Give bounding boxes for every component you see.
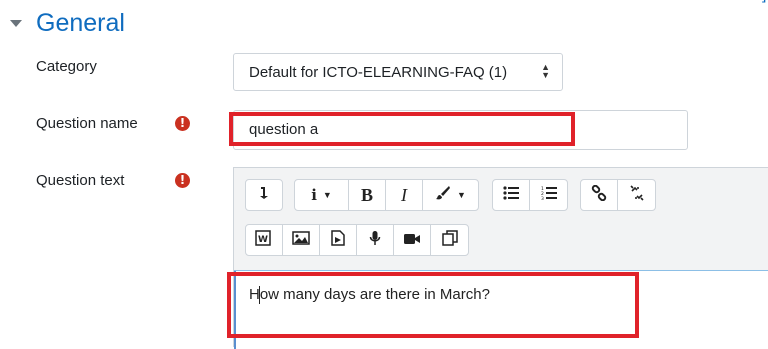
record-audio-button[interactable]: [357, 225, 394, 255]
select-arrows-icon: ▲ ▼: [541, 62, 550, 80]
word-paste-icon: W: [255, 230, 273, 250]
collapse-caret-icon[interactable]: [10, 20, 22, 27]
category-select[interactable]: Default for ICTO-ELEARNING-FAQ (1) ▲ ▼: [233, 53, 563, 91]
unlink-icon: [629, 185, 645, 205]
required-icon: !: [175, 116, 190, 131]
category-select-value: Default for ICTO-ELEARNING-FAQ (1): [249, 64, 508, 81]
paste-from-word-button[interactable]: W: [246, 225, 283, 255]
media-file-icon: [331, 230, 345, 250]
toolbar-toggle-button[interactable]: [246, 180, 282, 210]
numbered-list-icon: 123: [541, 186, 557, 205]
question-name-label: Question name: [36, 115, 138, 132]
record-video-button[interactable]: [394, 225, 431, 255]
question-text-label: Question text: [36, 172, 125, 189]
insert-media-button[interactable]: [320, 225, 357, 255]
arrow-turn-down-icon: [258, 186, 270, 204]
highlight-box-question-name: [229, 112, 575, 146]
bullet-list-button[interactable]: [493, 180, 530, 210]
insert-image-button[interactable]: [283, 225, 320, 255]
toolbar-group: [245, 179, 283, 211]
svg-text:3: 3: [541, 196, 544, 201]
top-right-link[interactable]: ]: [762, 0, 766, 4]
link-icon: [591, 184, 607, 205]
text-color-dropdown-button[interactable]: ▼: [423, 180, 478, 210]
copy-icon: [441, 230, 458, 250]
paintbrush-icon: [435, 185, 451, 205]
video-camera-icon: [403, 232, 421, 249]
info-dropdown-button[interactable]: i ▼: [295, 180, 349, 210]
section-title[interactable]: General: [36, 9, 125, 38]
bold-button[interactable]: B: [349, 180, 386, 210]
toolbar-group: i ▼ B I ▼: [294, 179, 479, 211]
chevron-down-icon: ▼: [322, 190, 332, 200]
italic-button[interactable]: I: [386, 180, 423, 210]
microphone-icon: [369, 230, 381, 250]
highlight-box-question-text: [227, 272, 639, 338]
svg-text:W: W: [258, 235, 268, 245]
manage-files-button[interactable]: [431, 225, 468, 255]
category-label: Category: [36, 58, 97, 75]
bullet-list-icon: [503, 186, 519, 204]
link-button[interactable]: [581, 180, 618, 210]
toolbar-group: 123: [492, 179, 568, 211]
image-icon: [292, 231, 310, 249]
chevron-down-icon: ▼: [457, 190, 466, 200]
info-icon: i: [311, 186, 317, 204]
numbered-list-button[interactable]: 123: [530, 180, 567, 210]
toolbar-group: W: [245, 224, 469, 256]
toolbar-group: [580, 179, 656, 211]
required-icon: !: [175, 173, 190, 188]
unlink-button[interactable]: [618, 180, 655, 210]
